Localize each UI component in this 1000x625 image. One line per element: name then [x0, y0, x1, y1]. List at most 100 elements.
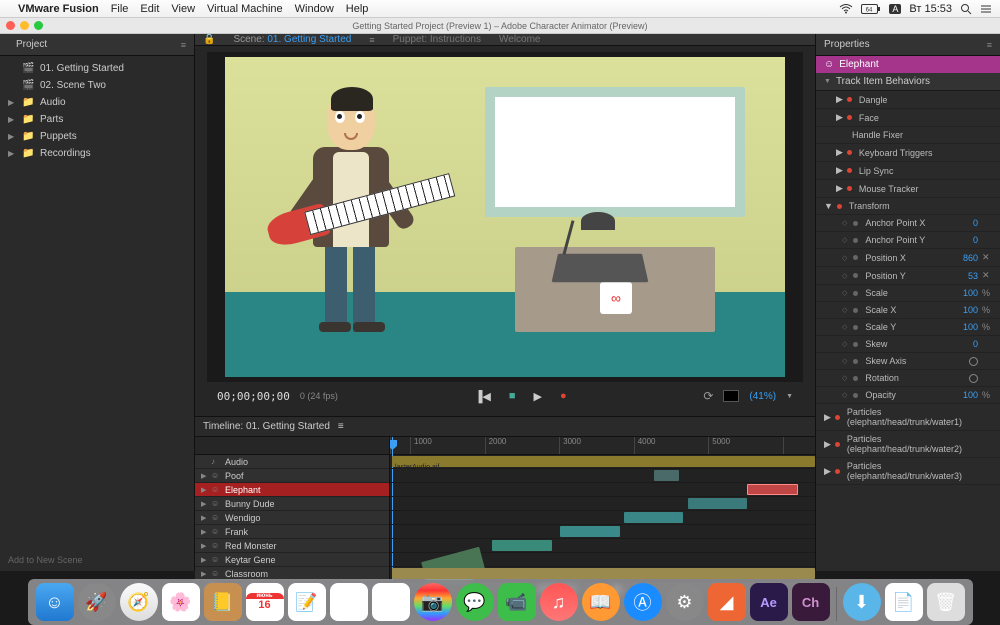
dock-messages[interactable]: 💬 — [456, 583, 494, 621]
project-item-scene[interactable]: 🎬01. Getting Started — [0, 60, 194, 77]
track-bunny[interactable]: ▶☺Bunny Dude — [195, 497, 389, 511]
go-to-start-button[interactable]: ▐◀ — [475, 390, 491, 403]
transform-scale-x[interactable]: ◇Scale X100% — [816, 302, 1000, 319]
project-item-folder[interactable]: ▶📁Audio — [0, 94, 194, 111]
play-button[interactable]: ▶ — [534, 390, 542, 403]
app-menu[interactable]: VMware Fusion — [18, 3, 99, 15]
behavior-handle-fixer[interactable]: Handle Fixer — [816, 127, 1000, 144]
project-item-folder[interactable]: ▶📁Recordings — [0, 145, 194, 162]
dock-character-animator[interactable]: Ch — [792, 583, 830, 621]
clock[interactable]: Вт 15:53 — [909, 3, 952, 15]
track-elephant[interactable]: ▶☺Elephant — [195, 483, 389, 497]
close-window-button[interactable] — [6, 21, 15, 30]
track-audio[interactable]: ♪Audio — [195, 455, 389, 469]
zoom-dropdown-icon[interactable]: ▼ — [786, 393, 793, 400]
clip-poof[interactable] — [654, 470, 680, 481]
transform-section[interactable]: ▼Transform — [816, 198, 1000, 215]
dock-photos[interactable]: 🌸 — [162, 583, 200, 621]
menu-view[interactable]: View — [171, 3, 195, 15]
menu-file[interactable]: File — [111, 3, 129, 15]
timecode[interactable]: 00;00;00;00 — [217, 390, 290, 403]
stop-button[interactable]: ■ — [509, 390, 516, 403]
clip-frank[interactable] — [560, 526, 620, 537]
menu-virtual-machine[interactable]: Virtual Machine — [207, 3, 283, 15]
scene-tab-menu-icon[interactable]: ≡ — [369, 35, 374, 45]
properties-menu-icon[interactable]: ≡ — [987, 40, 992, 50]
dock-after-effects[interactable]: Ae — [750, 583, 788, 621]
clip-wendigo[interactable] — [624, 512, 684, 523]
input-source[interactable]: A — [889, 4, 901, 14]
project-panel-menu-icon[interactable]: ≡ — [181, 40, 186, 50]
battery-icon[interactable]: 64 — [861, 4, 881, 14]
track-poof[interactable]: ▶☺Poof — [195, 469, 389, 483]
selected-puppet-row[interactable]: ☺Elephant — [816, 56, 1000, 73]
project-panel-tab[interactable]: Project — [8, 35, 55, 54]
dock-facetime[interactable]: 📹 — [498, 583, 536, 621]
particles-2[interactable]: ▶Particles (elephant/head/trunk/water2) — [816, 431, 1000, 458]
transform-position-y[interactable]: ◇Position Y53✕ — [816, 267, 1000, 285]
lock-icon[interactable]: 🔒 — [203, 34, 215, 45]
transform-anchor-point-x[interactable]: ◇Anchor Point X0 — [816, 215, 1000, 232]
menu-help[interactable]: Help — [346, 3, 369, 15]
timeline-ruler[interactable]: 1000 2000 3000 4000 5000 — [390, 437, 815, 455]
clip-bunny[interactable] — [688, 498, 748, 509]
wifi-icon[interactable] — [839, 4, 853, 14]
menu-edit[interactable]: Edit — [140, 3, 159, 15]
notification-center-icon[interactable] — [980, 4, 992, 14]
dock-appstore[interactable]: Ⓐ — [624, 583, 662, 621]
clip-red-monster[interactable] — [492, 540, 552, 551]
transform-skew-axis[interactable]: ◇Skew Axis — [816, 353, 1000, 370]
behaviors-section[interactable]: ▼Track Item Behaviors — [816, 73, 1000, 91]
bg-color-swatch[interactable] — [723, 390, 739, 402]
clip-audio[interactable]: lasterAudio.aif — [392, 456, 815, 467]
timeline-lanes[interactable]: 1000 2000 3000 4000 5000 lasterAudio.aif — [390, 437, 815, 581]
track-wendigo[interactable]: ▶☺Wendigo — [195, 511, 389, 525]
scene-tab[interactable]: 01. Getting Started — [267, 34, 351, 45]
transform-scale-y[interactable]: ◇Scale Y100% — [816, 319, 1000, 336]
dock-itunes[interactable]: ♫ — [540, 583, 578, 621]
track-red-monster[interactable]: ▶☺Red Monster — [195, 539, 389, 553]
timeline-title[interactable]: Timeline: 01. Getting Started — [203, 421, 330, 432]
dock-photobooth[interactable]: 📷 — [414, 583, 452, 621]
dock-downloads[interactable]: ⬇ — [843, 583, 881, 621]
particles-3[interactable]: ▶Particles (elephant/head/trunk/water3) — [816, 458, 1000, 485]
dock-trash[interactable]: 🗑 — [927, 583, 965, 621]
project-item-folder[interactable]: ▶📁Puppets — [0, 128, 194, 145]
dock-notes[interactable]: 📝 — [288, 583, 326, 621]
zoom-level[interactable]: (41%) — [749, 391, 776, 402]
clip-elephant[interactable] — [747, 484, 798, 495]
project-item-folder[interactable]: ▶📁Parts — [0, 111, 194, 128]
welcome-tab[interactable]: Welcome — [499, 34, 541, 45]
dock-maps[interactable]: 🗺 — [372, 583, 410, 621]
transform-position-x[interactable]: ◇Position X860✕ — [816, 249, 1000, 267]
behavior-lip-sync[interactable]: ▶Lip Sync — [816, 162, 1000, 180]
dock-parallels[interactable]: ◢ — [708, 583, 746, 621]
maximize-window-button[interactable] — [34, 21, 43, 30]
track-keytar-gene[interactable]: ▶☺Keytar Gene — [195, 553, 389, 567]
transform-rotation[interactable]: ◇Rotation — [816, 370, 1000, 387]
behavior-face[interactable]: ▶Face — [816, 109, 1000, 127]
dock-finder[interactable]: ☺ — [36, 583, 74, 621]
transform-scale[interactable]: ◇Scale100% — [816, 285, 1000, 302]
dock-launchpad[interactable]: 🚀 — [78, 583, 116, 621]
properties-panel-tab[interactable]: Properties — [824, 39, 870, 50]
behavior-dangle[interactable]: ▶Dangle — [816, 91, 1000, 109]
spotlight-icon[interactable] — [960, 3, 972, 15]
dock-safari[interactable]: 🧭 — [120, 583, 158, 621]
dock-preferences[interactable]: ⚙ — [666, 583, 704, 621]
behavior-mouse-tracker[interactable]: ▶Mouse Tracker — [816, 180, 1000, 198]
puppet-tab[interactable]: Instructions — [430, 34, 481, 45]
stage-viewport[interactable]: ∞ — [207, 52, 803, 382]
minimize-window-button[interactable] — [20, 21, 29, 30]
dock-calendar[interactable]: июнь16 — [246, 583, 284, 621]
dock-reminders[interactable]: ☑ — [330, 583, 368, 621]
track-frank[interactable]: ▶☺Frank — [195, 525, 389, 539]
project-item-scene[interactable]: 🎬02. Scene Two — [0, 77, 194, 94]
timeline-menu-icon[interactable]: ≡ — [338, 421, 344, 432]
dock-ibooks[interactable]: 📖 — [582, 583, 620, 621]
transform-opacity[interactable]: ◇Opacity100% — [816, 387, 1000, 404]
particles-1[interactable]: ▶Particles (elephant/head/trunk/water1) — [816, 404, 1000, 431]
dock-contacts[interactable]: 📒 — [204, 583, 242, 621]
transform-skew[interactable]: ◇Skew0 — [816, 336, 1000, 353]
transform-anchor-point-y[interactable]: ◇Anchor Point Y0 — [816, 232, 1000, 249]
